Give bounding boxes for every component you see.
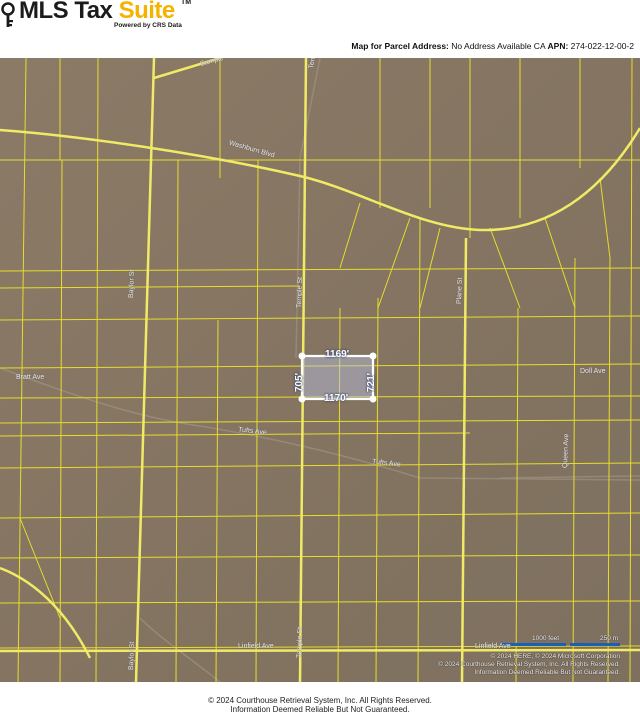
parcel-measure-left: 705' bbox=[294, 372, 305, 392]
brand-trademark: TM bbox=[181, 0, 192, 6]
map-title-apn-label: APN: bbox=[547, 41, 569, 51]
street-label-baylor-mid: Baylor St bbox=[128, 269, 136, 299]
page-header: MLS Tax Suite TM Powered by CRS Data Map… bbox=[0, 0, 640, 58]
scale-bars bbox=[500, 643, 620, 646]
map-title-address: No Address Available CA bbox=[451, 41, 546, 51]
parcel-measure-top: 1169' bbox=[325, 349, 350, 360]
footer-disclaimer: Information Deemed Reliable But Not Guar… bbox=[230, 705, 410, 714]
page-footer: © 2024 Courthouse Retrieval System, Inc.… bbox=[0, 696, 640, 714]
street-label-doll: Doll Ave bbox=[580, 368, 606, 375]
scale-label-meters: 250 m bbox=[600, 635, 619, 642]
map-title: Map for Parcel Address: No Address Avail… bbox=[351, 41, 634, 51]
map-canvas bbox=[0, 58, 640, 682]
map-title-apn: 274-022-12-00-2 bbox=[570, 41, 634, 51]
key-icon bbox=[1, 2, 15, 27]
street-label-plane: Plane St bbox=[456, 277, 464, 305]
map-attribution-line2: © 2024 Courthouse Retrieval System, Inc.… bbox=[438, 661, 620, 668]
brand-name-suite: Suite bbox=[118, 0, 176, 24]
parcel-measure-right: 721' bbox=[366, 372, 377, 392]
street-label-bratt: Bratt Ave bbox=[16, 374, 45, 381]
street-label-temple-mid: Temple St bbox=[296, 276, 305, 309]
map-title-label: Map for Parcel Address: bbox=[351, 41, 449, 51]
street-label-linfield-2: Linfield Ave bbox=[475, 643, 511, 650]
map-attribution: © 2024 HERE, © 2024 Microsoft Corporatio… bbox=[438, 653, 620, 677]
map-attribution-line3: Information Deemed Reliable But Not Guar… bbox=[474, 669, 620, 676]
footer-copyright: © 2024 Courthouse Retrieval System, Inc.… bbox=[208, 696, 432, 705]
brand-powered-by: Powered by CRS Data bbox=[114, 22, 182, 29]
scale-label-feet: 1000 feet bbox=[532, 635, 560, 642]
street-label-queen: Queen Ave bbox=[562, 433, 571, 469]
map-attribution-line1: © 2024 HERE, © 2024 Microsoft Corporatio… bbox=[490, 653, 620, 660]
street-label-baylor-bottom: Baylor St bbox=[128, 641, 136, 671]
street-label-temple-bottom: Temple St bbox=[296, 626, 305, 659]
parcel-measure-bottom: 1170' bbox=[324, 393, 349, 404]
brand-name-mls: MLS Tax bbox=[19, 0, 119, 24]
parcel-map[interactable]: Sample Temple St Washburn Blvd Baylor St… bbox=[0, 58, 640, 682]
street-label-linfield-1: Linfield Ave bbox=[238, 643, 274, 650]
